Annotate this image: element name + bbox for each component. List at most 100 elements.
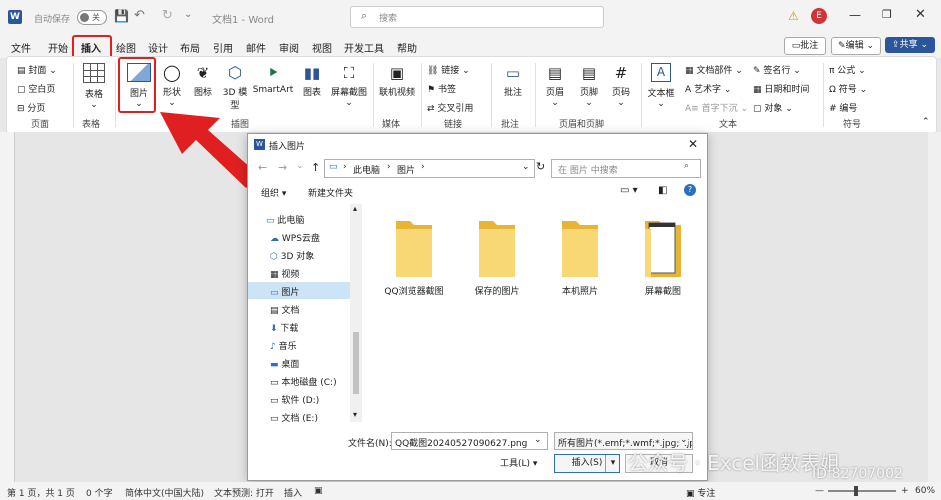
- folder-item[interactable]: 保存的图片: [462, 215, 532, 297]
- quick-parts-button[interactable]: ▦ 文档部件 ⌄: [685, 63, 743, 76]
- header-button[interactable]: ▤ 页眉 ⌄: [539, 63, 571, 108]
- insert-button[interactable]: 插入(S) ▾: [554, 454, 620, 473]
- wordart-button[interactable]: A 艺术字 ⌄: [685, 82, 731, 95]
- word-count[interactable]: 0 个字: [86, 486, 113, 499]
- save-icon[interactable]: 💾: [114, 9, 129, 23]
- new-folder-button[interactable]: 新建文件夹: [308, 186, 353, 199]
- scroll-up-icon[interactable]: ▴: [353, 204, 357, 213]
- accessibility-icon[interactable]: ▣: [314, 486, 323, 496]
- shapes-button[interactable]: ◯ 形状 ⌄: [157, 63, 187, 108]
- new-comment-button[interactable]: ▭ 批注: [497, 63, 529, 98]
- dropcap-button[interactable]: A≡ 首字下沉 ⌄: [685, 101, 748, 114]
- smartart-button[interactable]: ⯈ SmartArt: [251, 63, 295, 95]
- collapse-ribbon-icon[interactable]: ⌃: [922, 117, 930, 127]
- tab-file[interactable]: 文件: [11, 40, 31, 55]
- tab-home[interactable]: 开始: [48, 40, 68, 55]
- model3d-button[interactable]: ⬡ 3D 模型: [219, 63, 251, 111]
- zoom-out-icon[interactable]: —: [815, 486, 824, 496]
- screenshot-button[interactable]: ⛶ 屏幕截图 ⌄: [327, 63, 371, 108]
- folder-item[interactable]: QQ浏览器截图: [379, 215, 449, 297]
- cross-reference-button[interactable]: ⇄ 交叉引用: [427, 101, 473, 114]
- sidebar-item-drive-c[interactable]: ▭ 本地磁盘 (C:): [270, 375, 337, 388]
- zoom-slider[interactable]: [828, 486, 896, 496]
- autosave-toggle[interactable]: 关: [77, 10, 107, 25]
- customize-icon[interactable]: ⌄: [184, 9, 192, 20]
- sidebar-item-drive-e[interactable]: ▭ 文档 (E:): [270, 411, 318, 424]
- tab-developer[interactable]: 开发工具: [344, 40, 384, 55]
- folder-item[interactable]: 本机照片: [545, 215, 615, 297]
- scroll-thumb[interactable]: [353, 332, 359, 394]
- chart-button[interactable]: ▮▮ 图表: [297, 63, 327, 98]
- sidebar-item-documents[interactable]: ▤ 文档: [270, 303, 299, 316]
- tab-help[interactable]: 帮助: [397, 40, 417, 55]
- vertical-scrollbar[interactable]: [928, 132, 941, 482]
- view-options-icon[interactable]: ▭ ▾: [620, 185, 638, 196]
- close-icon[interactable]: ✕: [915, 7, 926, 22]
- page-count[interactable]: 第 1 页，共 1 页: [7, 486, 75, 499]
- folder-item[interactable]: 屏幕截图: [628, 215, 698, 297]
- dialog-search-input[interactable]: 在 图片 中搜索 ⌕: [551, 159, 701, 178]
- dialog-close-icon[interactable]: ✕: [688, 137, 698, 151]
- tab-review[interactable]: 审阅: [279, 40, 299, 55]
- table-button[interactable]: 表格 ⌄: [79, 63, 109, 110]
- preview-pane-icon[interactable]: ◧: [658, 185, 667, 196]
- zoom-in-icon[interactable]: +: [901, 486, 909, 496]
- text-prediction[interactable]: 文本预测: 打开: [214, 486, 274, 499]
- redo-icon[interactable]: ↻: [162, 8, 173, 23]
- address-dropdown-icon[interactable]: ⌄: [522, 162, 530, 172]
- insert-mode[interactable]: 插入: [284, 486, 302, 499]
- icons-button[interactable]: ❦ 图标: [189, 63, 217, 98]
- online-video-button[interactable]: ▣ 联机视频: [375, 63, 419, 98]
- equation-button[interactable]: π 公式 ⌄: [829, 63, 866, 76]
- tab-draw[interactable]: 绘图: [116, 40, 136, 55]
- tab-references[interactable]: 引用: [213, 40, 233, 55]
- sidebar-item-desktop[interactable]: ▬ 桌面: [270, 357, 299, 370]
- language[interactable]: 简体中文(中国大陆): [125, 486, 204, 499]
- avatar[interactable]: E: [811, 8, 827, 24]
- date-time-button[interactable]: ▦ 日期和时间: [753, 82, 809, 95]
- object-button[interactable]: ▢ 对象 ⌄: [753, 101, 793, 114]
- warning-icon[interactable]: ⚠: [788, 9, 799, 23]
- filename-input[interactable]: QQ截图20240527090627.png ⌄: [391, 432, 548, 450]
- sidebar-item-downloads[interactable]: ⬇ 下载: [270, 321, 298, 334]
- page-number-button[interactable]: # 页码 ⌄: [605, 63, 637, 108]
- tools-button[interactable]: 工具(L) ▾: [500, 456, 544, 472]
- restore-icon[interactable]: ❐: [882, 8, 892, 21]
- forward-icon[interactable]: →: [278, 161, 287, 174]
- tab-layout[interactable]: 布局: [180, 40, 200, 55]
- refresh-icon[interactable]: ↻: [536, 160, 545, 173]
- comments-button[interactable]: ▭批注: [784, 37, 826, 55]
- back-icon[interactable]: ←: [258, 161, 267, 174]
- zoom-thumb[interactable]: [854, 486, 858, 496]
- help-icon[interactable]: ?: [684, 184, 696, 196]
- up-icon[interactable]: ↑: [311, 161, 320, 174]
- blank-page-button[interactable]: ▢ 空白页: [17, 82, 55, 95]
- cover-page-button[interactable]: ▤ 封面 ⌄: [17, 63, 57, 76]
- organize-button[interactable]: 组织 ▾: [261, 186, 286, 199]
- editing-button[interactable]: ✎编辑 ⌄: [831, 37, 881, 55]
- sidebar-scrollbar[interactable]: ▴ ▾: [350, 204, 362, 422]
- footer-button[interactable]: ▤ 页脚 ⌄: [573, 63, 605, 108]
- sidebar-item-pc[interactable]: ▭ 此电脑: [266, 213, 304, 226]
- scroll-down-icon[interactable]: ▾: [353, 410, 357, 419]
- link-button[interactable]: ⛓ 链接 ⌄: [427, 63, 470, 76]
- tab-view[interactable]: 视图: [312, 40, 332, 55]
- sidebar-item-music[interactable]: ♪ 音乐: [270, 339, 297, 352]
- share-button[interactable]: ⇪共享 ⌄: [885, 37, 935, 53]
- breadcrumb-pictures[interactable]: 图片: [397, 163, 415, 176]
- address-bar[interactable]: ▭ › 此电脑 › 图片 ›: [324, 159, 535, 178]
- minimize-icon[interactable]: —: [849, 8, 861, 22]
- search-box[interactable]: ⌕ 搜索: [350, 6, 604, 28]
- signature-line-button[interactable]: ✎ 签名行 ⌄: [753, 63, 801, 76]
- focus-button[interactable]: ▣ 专注: [686, 486, 715, 499]
- symbol-button[interactable]: Ω 符号 ⌄: [829, 82, 867, 95]
- page-break-button[interactable]: ⊟ 分页: [17, 101, 45, 114]
- sidebar-item-pictures[interactable]: ▭ 图片: [270, 285, 299, 298]
- textbox-button[interactable]: A 文本框 ⌄: [643, 63, 679, 109]
- filename-dropdown-icon[interactable]: ⌄: [534, 435, 542, 445]
- sidebar-item-3d-objects[interactable]: ⬡ 3D 对象: [270, 249, 314, 262]
- zoom-level[interactable]: 60%: [915, 486, 935, 496]
- sidebar-item-drive-d[interactable]: ▭ 软件 (D:): [270, 393, 319, 406]
- tab-mailings[interactable]: 邮件: [246, 40, 266, 55]
- filetype-dropdown-icon[interactable]: ⌄: [680, 435, 688, 445]
